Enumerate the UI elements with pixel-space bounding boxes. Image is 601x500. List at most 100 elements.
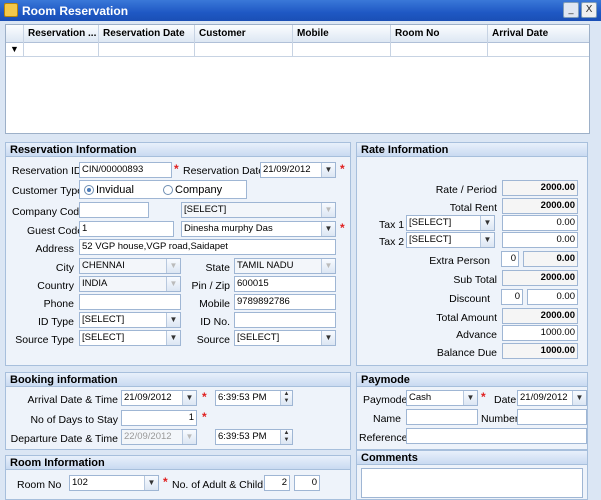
city-select[interactable]: CHENNAI ▼: [79, 258, 181, 274]
country-select[interactable]: INDIA ▼: [79, 276, 181, 292]
pin-field[interactable]: 600015: [234, 276, 336, 292]
column-header-customer[interactable]: Customer: [199, 28, 246, 39]
discount-value[interactable]: 0.00: [527, 289, 578, 305]
booking-information-panel: Booking information Arrival Date & Time …: [5, 372, 351, 450]
rate-information-panel: Rate Information Rate / Period 2000.00 T…: [356, 142, 588, 366]
reservations-grid[interactable]: Reservation ... Reservation Date Custome…: [5, 24, 590, 134]
tax1-dropdown[interactable]: [SELECT] ▼: [406, 215, 495, 231]
total-amount-label: Total Amount: [436, 312, 497, 324]
chevron-down-icon[interactable]: ▼: [321, 222, 335, 236]
advance-field[interactable]: 1000.00: [502, 325, 578, 341]
state-select[interactable]: TAMIL NADU ▼: [234, 258, 336, 274]
paymode-header: Paymode: [357, 373, 587, 387]
chevron-down-icon[interactable]: ▼: [321, 163, 335, 177]
tax2-dropdown[interactable]: [SELECT] ▼: [406, 232, 495, 248]
chevron-down-icon[interactable]: ▼: [144, 476, 158, 490]
column-header-reservation-date[interactable]: Reservation Date: [103, 28, 185, 39]
balance-due-label: Balance Due: [436, 347, 497, 359]
close-button[interactable]: X: [581, 2, 597, 18]
source-type-dropdown[interactable]: [SELECT] ▼: [79, 330, 181, 346]
discount-percent[interactable]: 0: [501, 289, 523, 305]
guest-code-field[interactable]: 1: [79, 221, 174, 237]
id-no-field[interactable]: [234, 312, 336, 328]
room-information-header: Room Information: [6, 456, 350, 470]
id-type-dropdown[interactable]: [SELECT] ▼: [79, 312, 181, 328]
required-marker: *: [340, 221, 345, 235]
spinner-arrows-icon[interactable]: ▲ ▼: [280, 391, 292, 405]
company-code-field[interactable]: [79, 202, 149, 218]
days-field[interactable]: 1: [121, 410, 197, 426]
chevron-down-icon[interactable]: ▼: [480, 216, 494, 230]
extra-person-count[interactable]: 0: [501, 251, 519, 267]
required-marker: *: [202, 390, 207, 404]
paymode-panel: Paymode Paymode Cash ▼ * Date 21/09/2012 ▼…: [356, 372, 588, 450]
company-code-label: Company Code: [12, 206, 85, 218]
paymode-date-label: Date: [494, 394, 517, 406]
chevron-down-icon[interactable]: ▼: [166, 259, 180, 273]
tax1-value[interactable]: 0.00: [502, 215, 578, 231]
chevron-down-icon[interactable]: ▼: [321, 331, 335, 345]
guest-name-dropdown[interactable]: Dinesha murphy Das ▼: [181, 221, 336, 237]
children-field[interactable]: 0: [294, 475, 320, 491]
chevron-down-icon[interactable]: ▼: [166, 313, 180, 327]
booking-information-header: Booking information: [6, 373, 350, 387]
tax2-value[interactable]: 0.00: [502, 232, 578, 248]
chevron-down-icon[interactable]: ▼: [182, 391, 196, 405]
departure-date-picker: 22/09/2012 ▼: [121, 429, 197, 445]
rate-information-header: Rate Information: [357, 143, 587, 157]
grid-filter-row[interactable]: ▼: [6, 43, 589, 57]
number-field[interactable]: [517, 409, 587, 425]
address-label: Address: [35, 243, 74, 255]
total-rent-label: Total Rent: [449, 202, 497, 214]
chevron-down-icon[interactable]: ▼: [166, 331, 180, 345]
radio-company[interactable]: Company: [163, 184, 222, 196]
phone-field[interactable]: [79, 294, 181, 310]
paymode-dropdown[interactable]: Cash ▼: [406, 390, 478, 406]
reservation-id-label: Reservation ID: [12, 165, 82, 177]
id-type-label: ID Type: [38, 316, 74, 328]
column-header-mobile[interactable]: Mobile: [297, 28, 329, 39]
source-label: Source: [196, 334, 230, 346]
source-type-label: Source Type: [15, 334, 74, 346]
number-label: Number: [481, 413, 519, 425]
column-header-reservation-id[interactable]: Reservation ...: [28, 28, 96, 39]
chevron-down-icon[interactable]: ▼: [480, 233, 494, 247]
minimize-button[interactable]: _: [563, 2, 579, 18]
column-header-arrival-date[interactable]: Arrival Date: [492, 28, 548, 39]
arrival-time-spinner[interactable]: 6:39:53 PM ▲ ▼: [215, 390, 293, 406]
comments-textarea[interactable]: [361, 468, 583, 498]
chevron-down-icon[interactable]: ▼: [463, 391, 477, 405]
balance-due-field: 1000.00: [502, 343, 578, 359]
radio-individual[interactable]: Invidual: [84, 184, 134, 196]
room-information-panel: Room Information Room No 102 ▼ * No. of A…: [5, 455, 351, 500]
mobile-field[interactable]: 9789892786: [234, 294, 336, 310]
name-field[interactable]: [406, 409, 478, 425]
required-marker: *: [340, 162, 345, 176]
country-label: Country: [37, 280, 74, 292]
departure-time-spinner[interactable]: 6:39:53 PM ▲ ▼: [215, 429, 293, 445]
adults-field[interactable]: 2: [264, 475, 290, 491]
extra-person-label: Extra Person: [429, 255, 490, 267]
spinner-arrows-icon[interactable]: ▲ ▼: [280, 430, 292, 444]
chevron-down-icon[interactable]: ▼: [321, 259, 335, 273]
comments-panel: Comments: [356, 450, 588, 500]
arrival-date-picker[interactable]: 21/09/2012 ▼: [121, 390, 197, 406]
tax2-label: Tax 2: [379, 236, 405, 248]
reference-field[interactable]: [406, 428, 587, 444]
pin-label: Pin / Zip: [191, 280, 230, 292]
address-field[interactable]: 52 VGP house,VGP road,Saidapet: [79, 239, 336, 255]
required-marker: *: [202, 410, 207, 424]
paymode-date-picker[interactable]: 21/09/2012 ▼: [517, 390, 587, 406]
filter-icon[interactable]: ▼: [10, 44, 19, 54]
rate-period-label: Rate / Period: [435, 184, 497, 196]
required-marker: *: [163, 475, 168, 489]
discount-label: Discount: [449, 293, 490, 305]
column-header-room-no[interactable]: Room No: [395, 28, 439, 39]
reservation-id-field[interactable]: CIN/00000893: [79, 162, 172, 178]
chevron-down-icon[interactable]: ▼: [166, 277, 180, 291]
total-amount-field: 2000.00: [502, 308, 578, 324]
reservation-date-picker[interactable]: 21/09/2012 ▼: [260, 162, 336, 178]
source-dropdown[interactable]: [SELECT] ▼: [234, 330, 336, 346]
room-no-dropdown[interactable]: 102 ▼: [69, 475, 159, 491]
chevron-down-icon[interactable]: ▼: [572, 391, 586, 405]
